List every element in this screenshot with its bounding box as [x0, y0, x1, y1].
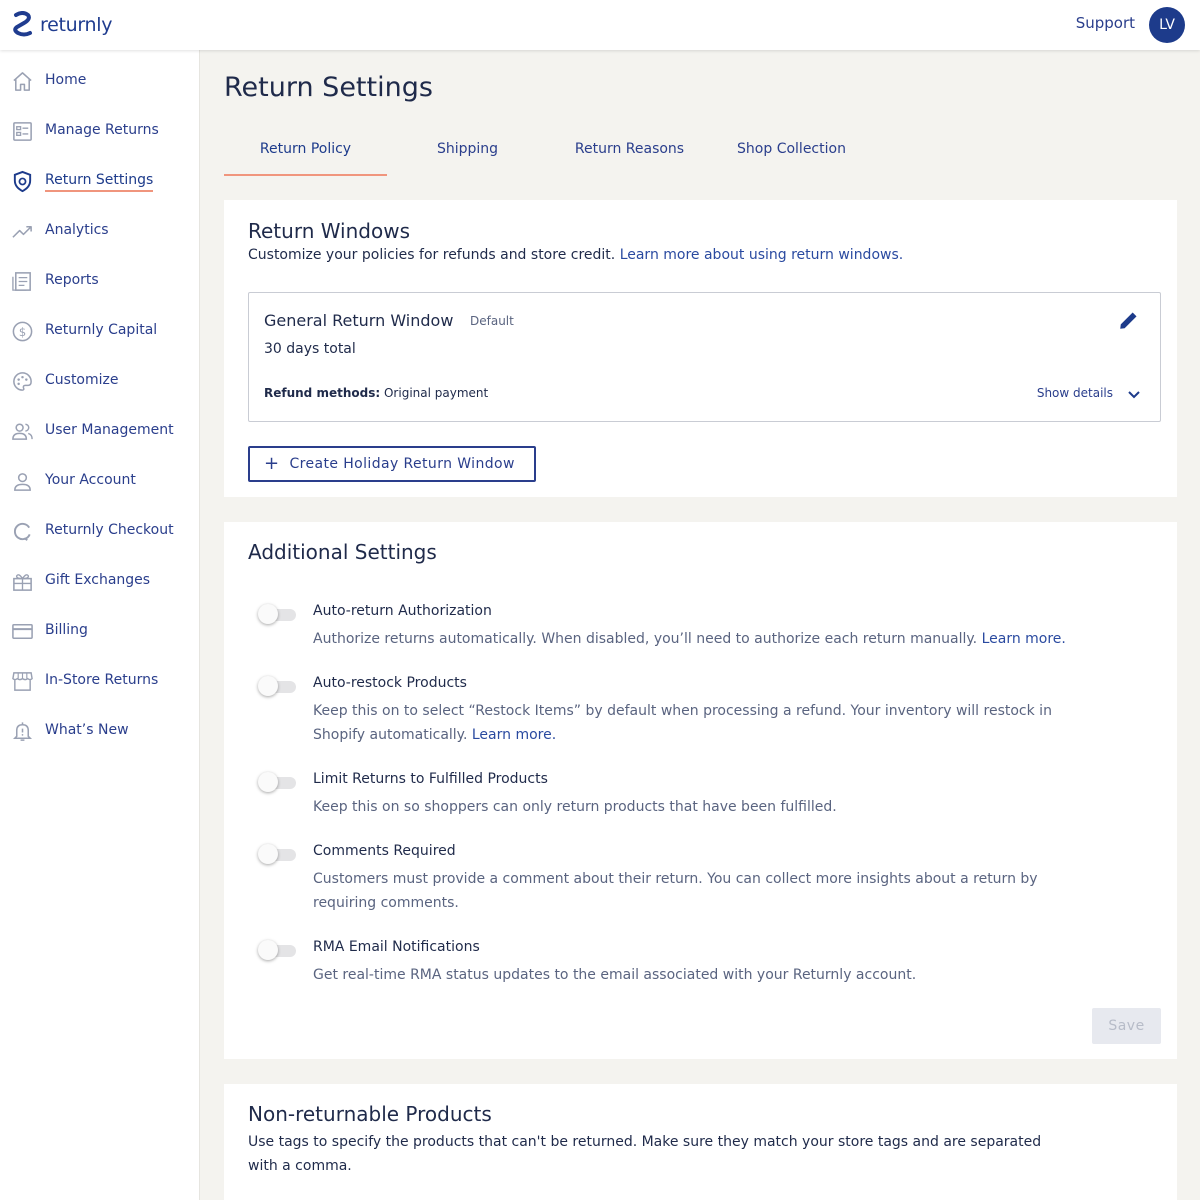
users-icon [11, 420, 34, 443]
setting-title: RMA Email Notifications [313, 939, 480, 955]
setting-description: Get real-time RMA status updates to the … [313, 967, 917, 983]
sidebar-item-label: Reports [45, 272, 99, 288]
tab-shipping[interactable]: Shipping [386, 128, 549, 176]
tab-shop-collection[interactable]: Shop Collection [710, 128, 873, 176]
page-title: Return Settings [224, 72, 433, 103]
palette-icon [11, 370, 34, 393]
trend-icon [11, 220, 34, 243]
sidebar-item-your-account[interactable]: Your Account [0, 461, 200, 501]
section-subtitle: Customize your policies for refunds and … [248, 247, 903, 263]
sidebar-item-label: What’s New [45, 722, 129, 738]
learn-more-link[interactable]: Learn more. [982, 631, 1066, 647]
home-icon [11, 70, 34, 93]
sidebar-item-home[interactable]: Home [0, 61, 200, 101]
sidebar: Home Manage Returns Return Settings Anal… [0, 50, 200, 1200]
sidebar-item-label: Returnly Capital [45, 322, 158, 338]
returnly-logo-icon [13, 11, 32, 37]
save-button[interactable]: Save [1092, 1008, 1161, 1044]
toggle-switch[interactable] [258, 772, 296, 792]
sidebar-item-returnly-checkout[interactable]: Returnly Checkout [0, 511, 200, 551]
setting-description: Authorize returns automatically. When di… [313, 627, 1073, 651]
create-button-label: Create Holiday Return Window [289, 456, 515, 472]
chevron-down-icon[interactable] [1126, 386, 1142, 402]
sidebar-item-user-management[interactable]: User Management [0, 411, 200, 451]
create-holiday-window-button[interactable]: + Create Holiday Return Window [248, 446, 536, 482]
logo-text: returnly [40, 14, 113, 36]
sidebar-item-label: Your Account [45, 472, 136, 488]
default-badge: Default [470, 314, 514, 328]
store-icon [11, 670, 34, 693]
sidebar-item-label: Manage Returns [45, 122, 159, 138]
show-details-link[interactable]: Show details [1037, 386, 1113, 400]
window-duration: 30 days total [264, 341, 356, 357]
returnly-logo[interactable]: returnly [12, 11, 113, 39]
pencil-icon[interactable] [1118, 309, 1140, 331]
section-title: Return Windows [248, 219, 411, 243]
refresh-icon [11, 520, 34, 543]
sidebar-item-returnly-capital[interactable]: $ Returnly Capital [0, 311, 200, 351]
shield-icon [11, 170, 34, 193]
toggle-switch[interactable] [258, 940, 296, 960]
learn-more-link[interactable]: Learn more about using return windows. [620, 247, 904, 263]
sidebar-item-whats-new[interactable]: What’s New [0, 711, 200, 751]
general-return-window: General Return Window Default 30 days to… [248, 292, 1161, 422]
window-name: General Return Window [264, 311, 454, 330]
return-windows-card: Return Windows Customize your policies f… [224, 200, 1177, 497]
dollar-icon: $ [11, 320, 34, 343]
sidebar-item-billing[interactable]: Billing [0, 611, 200, 651]
sidebar-item-analytics[interactable]: Analytics [0, 211, 200, 251]
support-link[interactable]: Support [1076, 14, 1135, 32]
setting-description: Keep this on so shoppers can only return… [313, 799, 837, 815]
toggle-switch[interactable] [258, 604, 296, 624]
sidebar-item-label: Gift Exchanges [45, 572, 151, 588]
document-icon [11, 270, 34, 293]
section-title: Additional Settings [248, 540, 437, 564]
avatar[interactable]: LV [1149, 7, 1185, 43]
sidebar-item-label: Billing [45, 622, 88, 638]
sidebar-item-reports[interactable]: Reports [0, 261, 200, 301]
svg-text:$: $ [19, 325, 26, 339]
refund-methods-value: Original payment [383, 386, 489, 400]
setting-description: Customers must provide a comment about t… [313, 871, 1038, 911]
sidebar-item-return-settings[interactable]: Return Settings [0, 161, 200, 201]
refund-methods-label: Refund methods: [264, 386, 381, 400]
sidebar-item-in-store-returns[interactable]: In-Store Returns [0, 661, 200, 701]
setting-title: Auto-return Authorization [313, 603, 492, 619]
setting-description-text: Authorize returns automatically. When di… [313, 631, 978, 647]
sidebar-item-manage-returns[interactable]: Manage Returns [0, 111, 200, 151]
sidebar-item-label: Analytics [45, 222, 109, 238]
sidebar-item-label: User Management [45, 422, 174, 438]
setting-description: Keep this on to select “Restock Items” b… [313, 699, 1073, 747]
section-title: Non-returnable Products [248, 1102, 492, 1126]
sidebar-item-label: Home [45, 72, 87, 88]
bell-icon [11, 720, 34, 743]
additional-settings-card: Additional Settings Auto-return Authoriz… [224, 522, 1177, 1059]
top-header: returnly Support LV [0, 0, 1200, 50]
subtitle-text: Customize your policies for refunds and … [248, 247, 616, 263]
sidebar-item-gift-exchanges[interactable]: Gift Exchanges [0, 561, 200, 601]
sidebar-item-label: Customize [45, 372, 119, 388]
sidebar-item-label: Return Settings [45, 172, 154, 192]
plus-icon: + [264, 453, 280, 474]
sidebar-item-label: Returnly Checkout [45, 522, 174, 538]
credit-card-icon [11, 620, 34, 643]
section-description: Use tags to specify the products that ca… [248, 1134, 1042, 1174]
tab-return-reasons[interactable]: Return Reasons [548, 128, 711, 176]
setting-description-text: Keep this on to select “Restock Items” b… [313, 703, 1052, 743]
refund-methods: Refund methods: Original payment [264, 386, 488, 400]
setting-title: Limit Returns to Fulfilled Products [313, 771, 548, 787]
sidebar-item-label: In-Store Returns [45, 672, 159, 688]
sidebar-item-customize[interactable]: Customize [0, 361, 200, 401]
user-icon [11, 470, 34, 493]
non-returnable-card: Non-returnable Products Use tags to spec… [224, 1084, 1177, 1200]
settings-tabs: Return Policy Shipping Return Reasons Sh… [224, 128, 874, 176]
setting-title: Comments Required [313, 843, 456, 859]
setting-title: Auto-restock Products [313, 675, 467, 691]
gift-icon [11, 570, 34, 593]
tab-return-policy[interactable]: Return Policy [224, 128, 387, 176]
toggle-switch[interactable] [258, 844, 296, 864]
list-icon [11, 120, 34, 143]
toggle-switch[interactable] [258, 676, 296, 696]
learn-more-link[interactable]: Learn more. [472, 727, 556, 743]
